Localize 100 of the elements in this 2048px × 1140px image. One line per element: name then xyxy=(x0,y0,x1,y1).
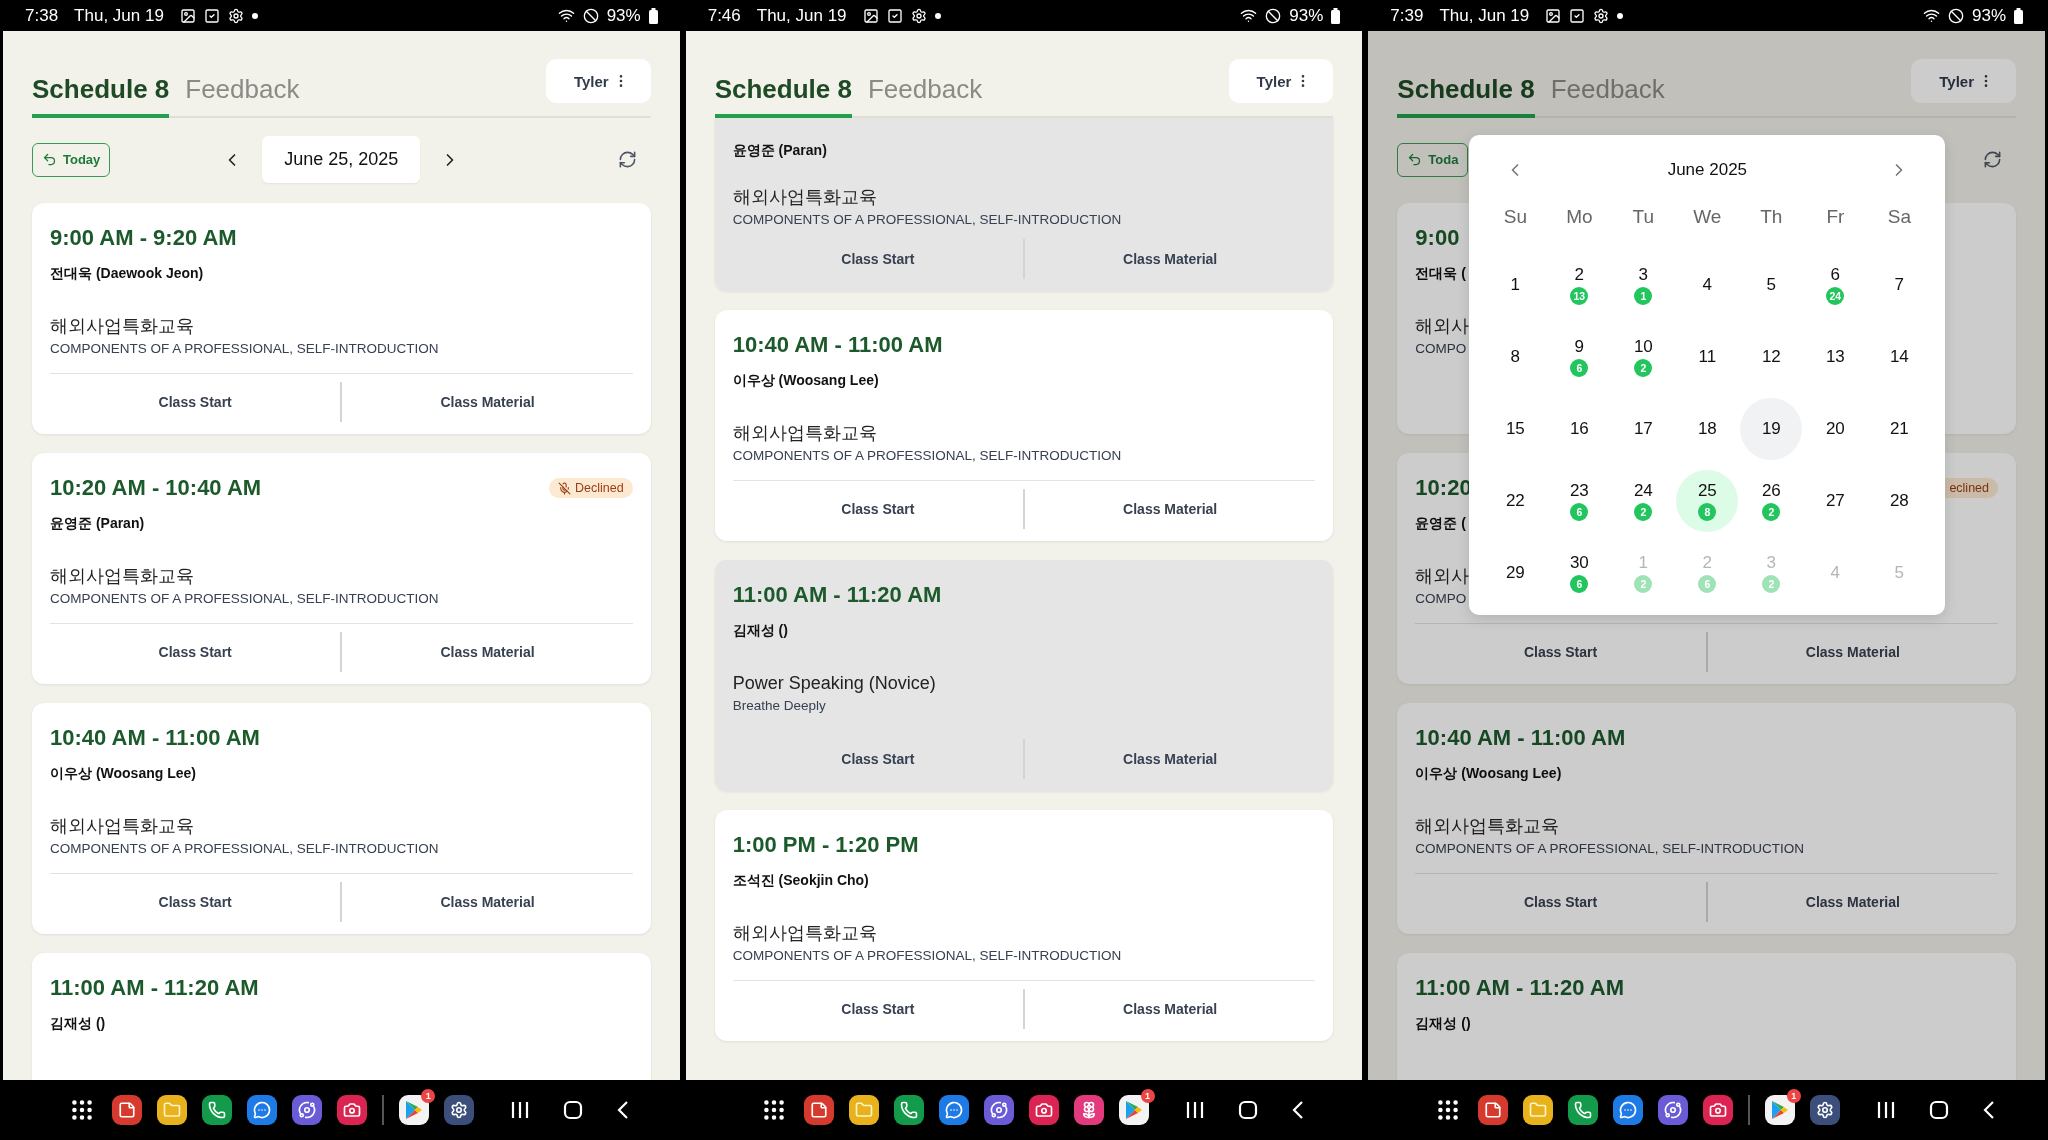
calendar-day[interactable]: 15 xyxy=(1484,398,1547,460)
class-action-button[interactable]: Class Material xyxy=(1025,487,1316,531)
notes-app-icon[interactable] xyxy=(1477,1095,1508,1125)
class-action-button[interactable]: Class Start xyxy=(50,630,341,674)
calendar-day[interactable]: 9 6 xyxy=(1548,326,1611,388)
blocked-icon xyxy=(582,7,599,24)
date-field[interactable]: June 25, 2025 xyxy=(262,136,421,183)
calendar-day[interactable]: 20 xyxy=(1804,398,1867,460)
calendar-day[interactable]: 10 2 xyxy=(1612,326,1675,388)
gear-app-icon[interactable] xyxy=(1809,1095,1840,1125)
calendar-day[interactable]: 5 xyxy=(1740,254,1803,316)
folder-app-icon[interactable] xyxy=(848,1095,879,1125)
calendar-day[interactable]: 13 xyxy=(1804,326,1867,388)
planet-app-icon[interactable] xyxy=(292,1095,323,1125)
class-action-button[interactable]: Class Material xyxy=(1025,987,1316,1031)
calendar-day[interactable]: 18 xyxy=(1676,398,1739,460)
weekday-label: Th xyxy=(1760,206,1783,228)
chat-app-icon[interactable] xyxy=(247,1095,278,1125)
calendar-day[interactable]: 8 xyxy=(1484,326,1547,388)
calendar-day[interactable]: 12 xyxy=(1740,326,1803,388)
back-icon[interactable] xyxy=(617,1100,630,1120)
chat-app-icon[interactable] xyxy=(938,1095,969,1125)
user-menu-button[interactable]: Tyler xyxy=(545,59,651,103)
class-action-button[interactable]: Class Material xyxy=(342,380,633,424)
calendar-day[interactable]: 14 xyxy=(1868,326,1931,388)
class-action-button[interactable]: Class Start xyxy=(1415,880,1706,924)
folder-app-icon[interactable] xyxy=(157,1095,188,1125)
today-button[interactable]: Today xyxy=(32,142,111,177)
class-action-button[interactable]: Class Start xyxy=(732,487,1023,531)
back-icon[interactable] xyxy=(1982,1100,1995,1120)
refresh-icon[interactable] xyxy=(617,150,637,169)
folder-app-icon[interactable] xyxy=(1522,1095,1553,1125)
calendar-day[interactable]: 1 xyxy=(1484,254,1547,316)
user-menu-button[interactable]: Tyler xyxy=(1228,59,1334,103)
class-action-button[interactable]: Class Start xyxy=(50,880,341,924)
calendar-day[interactable]: 26 2 xyxy=(1740,470,1803,532)
back-icon[interactable] xyxy=(1291,1100,1304,1120)
calendar-day[interactable]: 28 xyxy=(1868,470,1931,532)
status-label: eclined xyxy=(1949,481,1989,495)
calendar-day[interactable]: 25 8 xyxy=(1676,470,1739,532)
class-action-button[interactable]: Class Start xyxy=(1415,630,1706,674)
home-icon[interactable] xyxy=(1928,1100,1949,1120)
notes-app-icon[interactable] xyxy=(803,1095,834,1125)
home-icon[interactable] xyxy=(563,1100,584,1120)
calendar-day[interactable]: 16 xyxy=(1548,398,1611,460)
flower-app-icon[interactable] xyxy=(1073,1095,1104,1125)
status-label: Declined xyxy=(575,481,624,495)
calendar-day[interactable]: 4 xyxy=(1676,254,1739,316)
planet-app-icon[interactable] xyxy=(983,1095,1014,1125)
calendar-day[interactable]: 7 xyxy=(1868,254,1931,316)
phone-app-icon[interactable] xyxy=(1567,1095,1598,1125)
lesson-topic: COMPO xyxy=(1415,340,1467,358)
weekday-label: We xyxy=(1693,206,1722,228)
user-menu-button[interactable]: Tyler xyxy=(1911,59,2016,103)
camera-app-icon[interactable] xyxy=(337,1095,368,1125)
calendar-day[interactable]: 27 xyxy=(1804,470,1867,532)
class-action-button[interactable]: Class Material xyxy=(342,880,633,924)
calendar-day[interactable]: 17 xyxy=(1612,398,1675,460)
class-action-button[interactable]: Class Material xyxy=(342,630,633,674)
camera-app-icon[interactable] xyxy=(1028,1095,1059,1125)
today-button[interactable]: Toda xyxy=(1397,142,1469,177)
class-action-button[interactable]: Class Start xyxy=(732,237,1023,281)
gear-icon xyxy=(1593,7,1610,24)
play-triangle-app-icon[interactable] xyxy=(1764,1095,1795,1125)
recents-icon[interactable] xyxy=(1876,1100,1895,1120)
phone-app-icon[interactable] xyxy=(202,1095,233,1125)
calendar-day[interactable]: 2 13 xyxy=(1548,254,1611,316)
class-action-button[interactable]: Class Material xyxy=(1707,630,1999,674)
calendar-day[interactable]: 30 6 xyxy=(1548,542,1611,604)
class-action-button[interactable]: Class Start xyxy=(732,737,1023,781)
gear-icon xyxy=(910,7,927,24)
play-triangle-app-icon[interactable] xyxy=(399,1095,430,1125)
calendar-day[interactable]: 3 1 xyxy=(1612,254,1675,316)
calendar-day[interactable]: 11 xyxy=(1676,326,1739,388)
recents-icon[interactable] xyxy=(511,1100,530,1120)
camera-app-icon[interactable] xyxy=(1702,1095,1733,1125)
planet-app-icon[interactable] xyxy=(1657,1095,1688,1125)
class-action-button[interactable]: Class Material xyxy=(1025,737,1316,781)
class-action-button[interactable]: Class Material xyxy=(1707,880,1999,924)
gear-app-icon[interactable] xyxy=(444,1095,475,1125)
notes-app-icon[interactable] xyxy=(112,1095,143,1125)
calendar-day[interactable]: 21 xyxy=(1868,398,1931,460)
phone-app-icon[interactable] xyxy=(893,1095,924,1125)
calendar-day[interactable]: 29 xyxy=(1484,542,1547,604)
play-triangle-app-icon[interactable] xyxy=(1118,1095,1149,1125)
calendar-day[interactable]: 22 xyxy=(1484,470,1547,532)
class-action-button[interactable]: Class Start xyxy=(50,380,341,424)
recents-icon[interactable] xyxy=(1185,1100,1204,1120)
calendar-day[interactable]: 6 24 xyxy=(1804,254,1867,316)
tab[interactable]: Schedule 8 xyxy=(1397,58,1535,118)
home-icon[interactable] xyxy=(1237,1100,1258,1120)
calendar-day[interactable]: 23 6 xyxy=(1548,470,1611,532)
calendar-day[interactable]: 24 2 xyxy=(1612,470,1675,532)
chat-app-icon[interactable] xyxy=(1612,1095,1643,1125)
event-count-badge: 2 xyxy=(1634,503,1653,521)
calendar-day[interactable]: 19 xyxy=(1740,398,1803,460)
class-action-button[interactable]: Class Start xyxy=(732,987,1023,1031)
refresh-icon[interactable] xyxy=(1983,150,2002,169)
tab[interactable]: Schedule 8 xyxy=(32,58,170,118)
class-action-button[interactable]: Class Material xyxy=(1025,237,1316,281)
